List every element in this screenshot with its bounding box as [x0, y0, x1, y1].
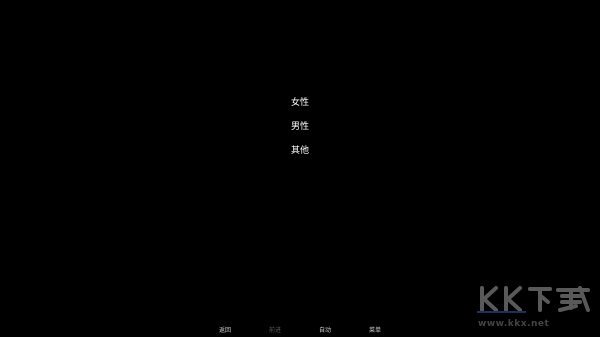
watermark-url: www.kkx.net	[478, 319, 550, 329]
game-screen: 女性 男性 其他 返回 前进 自动 菜单 www.kkx.net	[0, 0, 600, 337]
choice-other[interactable]: 其他	[250, 142, 350, 160]
choice-male[interactable]: 男性	[250, 118, 350, 136]
forward-button[interactable]: 前进	[255, 325, 295, 336]
choice-female[interactable]: 女性	[250, 94, 350, 112]
watermark: www.kkx.net	[476, 284, 594, 336]
back-button[interactable]: 返回	[205, 325, 245, 336]
watermark-logo	[477, 286, 590, 313]
auto-button[interactable]: 自动	[305, 325, 345, 336]
menu-button[interactable]: 菜单	[355, 325, 395, 336]
